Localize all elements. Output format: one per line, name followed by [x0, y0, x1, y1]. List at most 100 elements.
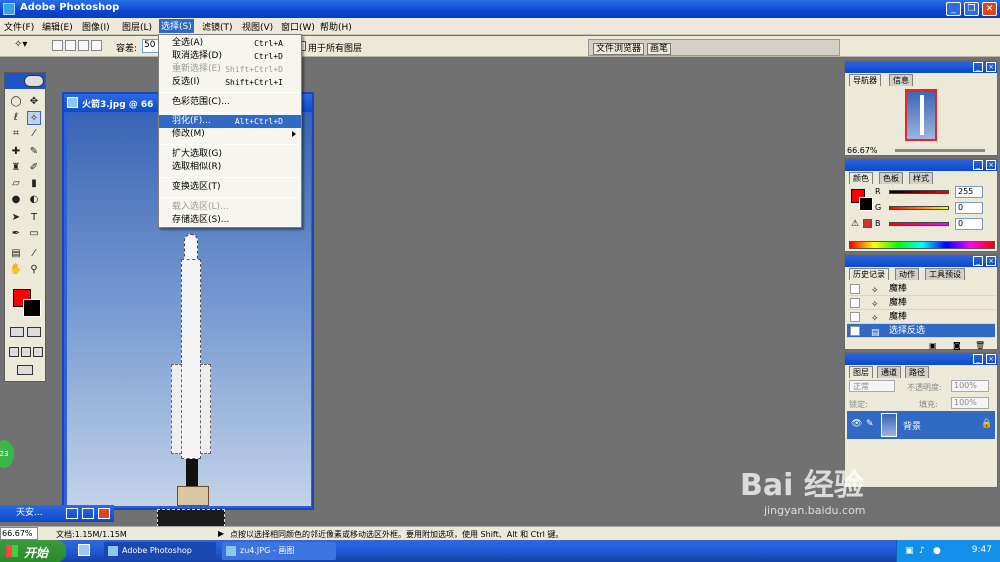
shape-tool-icon[interactable]: ▭ [27, 227, 41, 241]
panel-close-icon[interactable]: × [986, 256, 996, 266]
menu-item-inverse[interactable]: 反选(I) Shift+Ctrl+I [159, 76, 301, 89]
opacity-input[interactable]: 100% [951, 380, 989, 392]
color-panel-background[interactable] [859, 197, 873, 211]
menu-item-save-selection[interactable]: 存储选区(S)... [159, 214, 301, 227]
panel-close-icon[interactable]: × [986, 354, 996, 364]
subtract-selection-icon[interactable] [78, 40, 89, 51]
tray-volume-icon[interactable]: ♪ [919, 546, 925, 556]
tab-brushes[interactable]: 画笔 [647, 43, 672, 55]
tab-info[interactable]: 信息 [889, 74, 913, 86]
green-channel-slider[interactable] [889, 206, 949, 210]
tab-layers[interactable]: 图层 [849, 366, 873, 378]
new-selection-icon[interactable] [52, 40, 63, 51]
blur-tool-icon[interactable]: ● [9, 193, 23, 207]
tab-color[interactable]: 颜色 [849, 172, 873, 184]
navigator-thumbnail[interactable] [905, 89, 937, 141]
panel-close-icon[interactable]: × [986, 62, 996, 72]
new-document-from-state-icon[interactable]: ▣ [929, 341, 937, 350]
screen-mode-standard-icon[interactable] [9, 347, 19, 357]
screen-mode-full-icon[interactable] [33, 347, 43, 357]
type-tool-icon[interactable]: T [27, 211, 41, 225]
marquee-tool-icon[interactable]: ◯ [9, 95, 23, 109]
menu-item-color-range[interactable]: 色彩范围(C)... [159, 96, 301, 109]
lasso-tool-icon[interactable]: ℓ [9, 111, 23, 125]
minimized-maximize-icon[interactable] [82, 508, 94, 519]
delete-state-icon[interactable]: 🗑 [975, 341, 985, 350]
menu-layer[interactable]: 图层(L) [122, 20, 152, 33]
minimized-close-icon[interactable] [98, 508, 110, 519]
tab-history[interactable]: 历史记录 [849, 268, 889, 280]
standard-mode-icon[interactable] [10, 327, 24, 337]
tab-channels[interactable]: 通道 [877, 366, 901, 378]
green-channel-input[interactable]: 0 [955, 202, 983, 214]
menu-item-transform-selection[interactable]: 变换选区(T) [159, 181, 301, 194]
pen-tool-icon[interactable]: ✒ [9, 227, 23, 241]
tray-network-icon[interactable]: ▣ [905, 546, 914, 556]
jump-to-imageready-icon[interactable] [17, 365, 33, 375]
red-channel-slider[interactable] [889, 190, 949, 194]
adobe-eye-icon[interactable] [24, 75, 44, 87]
zoom-tool-icon[interactable]: ⚲ [27, 263, 41, 277]
crop-tool-icon[interactable]: ⌗ [9, 127, 23, 141]
fill-input[interactable]: 100% [951, 397, 989, 409]
brush-tool-icon[interactable]: ✎ [27, 145, 41, 159]
menu-window[interactable]: 窗口(W) [281, 20, 315, 33]
navigator-zoom-value[interactable]: 66.67% [847, 146, 878, 155]
magic-wand-tool-icon[interactable]: ✧ [27, 111, 41, 125]
color-spectrum-bar[interactable] [849, 241, 995, 249]
path-selection-icon[interactable]: ➤ [9, 211, 23, 225]
menu-item-feather[interactable]: 羽化(F)... Alt+Ctrl+D [159, 115, 301, 128]
tab-styles[interactable]: 样式 [909, 172, 933, 184]
status-zoom-input[interactable]: 66.67% [0, 527, 38, 540]
minimized-document[interactable]: 天安... [0, 505, 114, 522]
taskbar-item-photoshop[interactable]: Adobe Photoshop [104, 542, 216, 560]
notification-bubble[interactable]: 23 [0, 440, 14, 468]
tab-file-browser[interactable]: 文件浏览器 [593, 43, 645, 55]
intersect-selection-icon[interactable] [91, 40, 102, 51]
history-brush-icon[interactable]: ✐ [27, 161, 41, 175]
healing-brush-icon[interactable]: ✚ [9, 145, 23, 159]
status-arrow-icon[interactable]: ▶ [218, 529, 224, 538]
slice-tool-icon[interactable]: ⁄ [27, 127, 41, 141]
notes-tool-icon[interactable]: ▤ [9, 247, 23, 261]
blue-channel-input[interactable]: 0 [955, 218, 983, 230]
tab-paths[interactable]: 路径 [905, 366, 929, 378]
red-channel-input[interactable]: 255 [955, 186, 983, 198]
gradient-tool-icon[interactable]: ▮ [27, 177, 41, 191]
history-item-selected[interactable]: ▤ 选择反选 [847, 324, 995, 338]
menu-view[interactable]: 视图(V) [242, 20, 273, 33]
quick-mask-icon[interactable] [27, 327, 41, 337]
menu-filter[interactable]: 滤镜(T) [202, 20, 233, 33]
hand-tool-icon[interactable]: ✋ [9, 263, 23, 277]
tray-app-icon[interactable]: ● [933, 546, 941, 556]
menu-item-grow[interactable]: 扩大选取(G) [159, 148, 301, 161]
menu-help[interactable]: 帮助(H) [320, 20, 352, 33]
gamut-warning-icon[interactable]: ⚠ [851, 219, 859, 229]
screen-mode-full-menu-icon[interactable] [21, 347, 31, 357]
menu-item-select-all[interactable]: 全选(A) Ctrl+A [159, 37, 301, 50]
layer-row-background[interactable]: 👁 ✎ 背景 🔒 [847, 411, 995, 439]
tab-actions[interactable]: 动作 [895, 268, 919, 280]
menu-item-similar[interactable]: 选取相似(R) [159, 161, 301, 174]
menu-image[interactable]: 图像(I) [82, 20, 110, 33]
eyedropper-tool-icon[interactable]: ⁄ [27, 247, 41, 261]
tray-clock[interactable]: 9:47 [972, 545, 992, 555]
restore-button[interactable]: ❐ [964, 2, 979, 16]
panel-minimize-icon[interactable]: _ [973, 62, 983, 72]
history-item[interactable]: ✧ 魔棒 [847, 296, 995, 310]
dodge-tool-icon[interactable]: ◐ [27, 193, 41, 207]
minimize-button[interactable]: _ [946, 2, 961, 16]
minimized-restore-icon[interactable] [66, 508, 78, 519]
magic-wand-tool-preset-icon[interactable]: ✧▾ [14, 39, 38, 53]
navigator-zoom-slider[interactable] [895, 149, 985, 152]
menu-file[interactable]: 文件(F) [4, 20, 34, 33]
panel-close-icon[interactable]: × [986, 160, 996, 170]
tab-tool-presets[interactable]: 工具预设 [925, 268, 965, 280]
menu-edit[interactable]: 编辑(E) [42, 20, 73, 33]
background-color-swatch[interactable] [23, 299, 41, 317]
layer-visibility-eye-icon[interactable]: 👁 [851, 419, 862, 429]
eraser-tool-icon[interactable]: ▱ [9, 177, 23, 191]
close-button[interactable]: ✕ [982, 2, 997, 16]
move-tool-icon[interactable]: ✥ [27, 95, 41, 109]
start-button[interactable]: 开始 [0, 540, 66, 562]
